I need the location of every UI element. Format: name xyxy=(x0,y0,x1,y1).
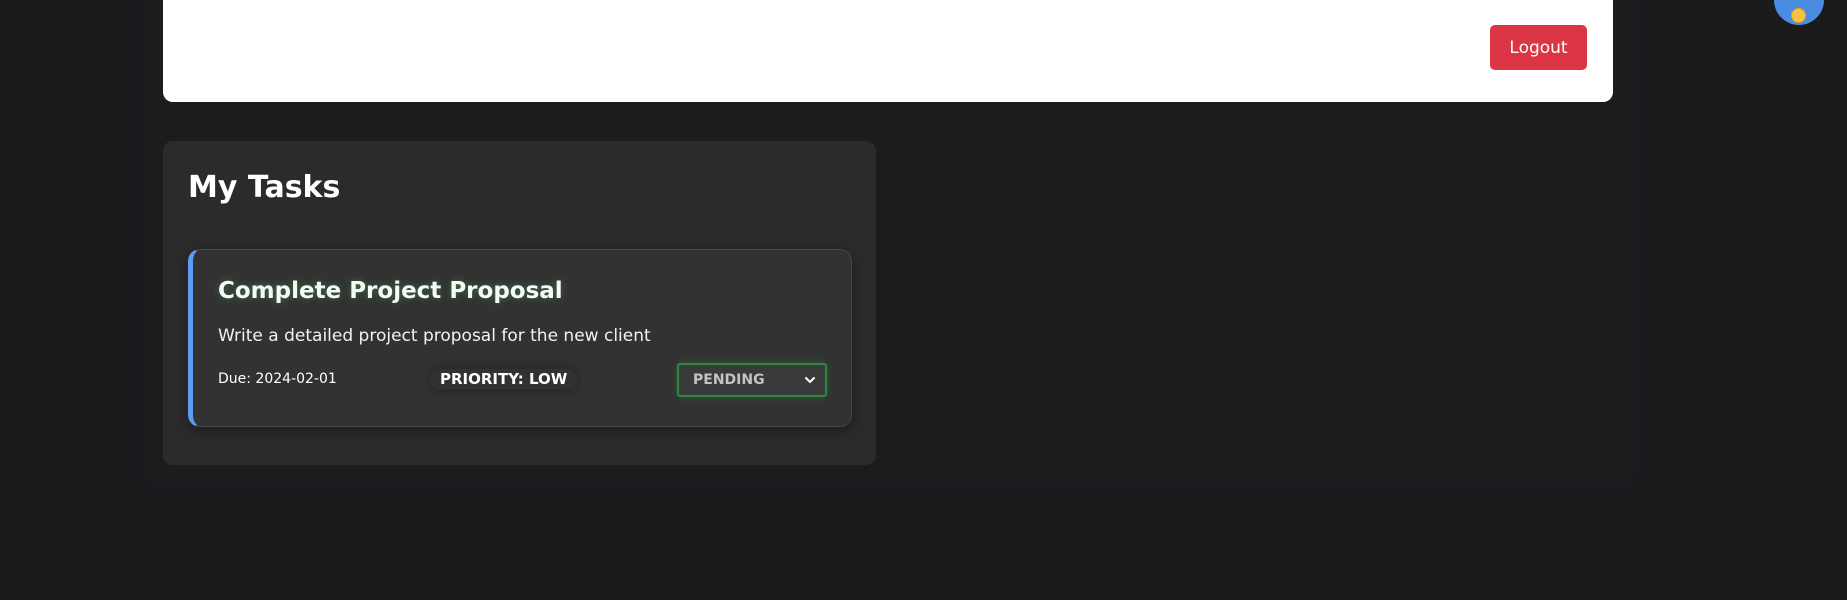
sun-icon xyxy=(1791,8,1806,23)
task-card[interactable]: Complete Project Proposal Write a detail… xyxy=(188,249,852,427)
page: Logout My Tasks Complete Project Proposa… xyxy=(0,0,1847,600)
header-bar: Logout xyxy=(163,0,1613,102)
tasks-panel: My Tasks Complete Project Proposal Write… xyxy=(163,141,876,465)
status-select-value: PENDING xyxy=(693,372,765,388)
chevron-down-icon xyxy=(805,377,815,383)
priority-badge: PRIORITY: LOW xyxy=(430,369,577,389)
task-description: Write a detailed project proposal for th… xyxy=(218,326,651,346)
theme-toggle-button[interactable] xyxy=(1774,0,1824,25)
due-date: Due: 2024-02-01 xyxy=(218,371,337,387)
task-meta: Due: 2024-02-01 PRIORITY: LOW PENDING xyxy=(218,363,827,397)
status-select[interactable]: PENDING xyxy=(677,363,827,397)
logout-button[interactable]: Logout xyxy=(1490,25,1587,70)
task-title: Complete Project Proposal xyxy=(218,278,563,304)
panel-title: My Tasks xyxy=(188,170,341,205)
